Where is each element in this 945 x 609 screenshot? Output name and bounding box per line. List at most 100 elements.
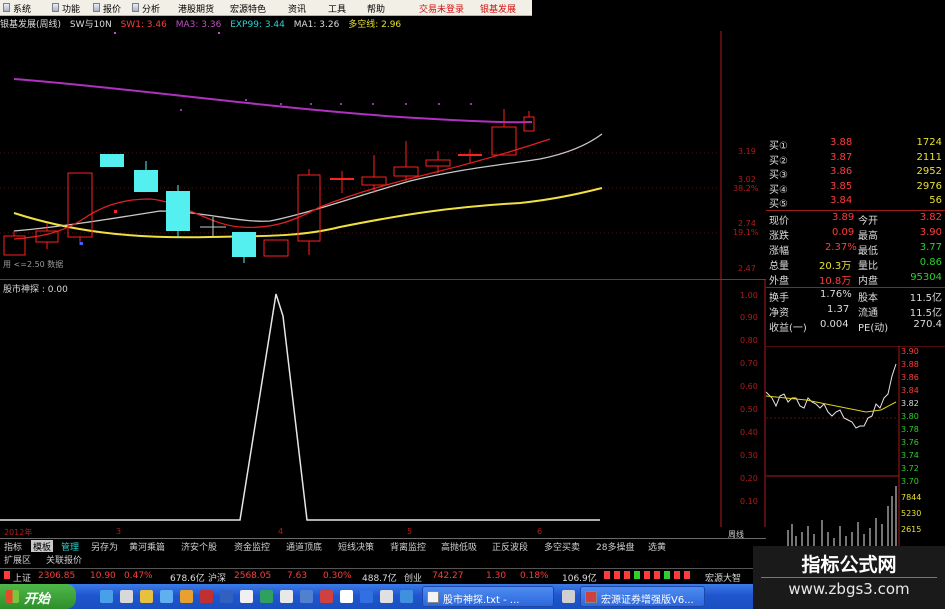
breadth-bar <box>664 571 670 579</box>
index-change: 1.30 <box>486 571 507 581</box>
broker-name: 宏源大智 <box>705 574 742 584</box>
stat-row: 总量 20.3万 量比 0.86 <box>766 257 945 272</box>
price-label: 3.19 <box>738 147 756 156</box>
start-button[interactable]: 开始 <box>0 584 76 609</box>
candle-down <box>100 154 124 167</box>
date-axis: 2012年 3 4 5 6 <box>0 527 766 538</box>
app-icon[interactable] <box>240 590 253 603</box>
media-icon[interactable] <box>160 590 173 603</box>
app-icon[interactable] <box>260 590 273 603</box>
analysis-icon[interactable] <box>132 3 139 12</box>
quote-icon[interactable] <box>93 3 100 12</box>
menu-function[interactable]: 功能 <box>62 2 80 15</box>
index-name[interactable]: 沪深 <box>208 571 226 584</box>
extension-tab-bar: 扩展区 关联报价 <box>0 552 766 566</box>
stat-value: 11.5亿 <box>909 308 942 319</box>
ma-white-line <box>13 133 603 232</box>
candle-down <box>166 191 190 231</box>
menu-quote[interactable]: 报价 <box>103 2 121 15</box>
stock-name: 银基发展 <box>480 5 517 15</box>
stat-value: 0.86 <box>919 257 942 268</box>
candle-down <box>134 170 158 192</box>
bid-row[interactable]: 买④ 3.85 2976 <box>766 181 945 196</box>
bid-row[interactable]: 买③ 3.86 2952 <box>766 166 945 181</box>
indicator-label: 0.90 <box>740 313 758 322</box>
stat-row: 换手 1.76% 股本 11.5亿 <box>766 289 945 304</box>
app-icon[interactable] <box>400 590 413 603</box>
app-icon[interactable] <box>280 590 293 603</box>
indicator-label: 1.00 <box>740 291 758 300</box>
app-icon[interactable] <box>562 590 575 603</box>
candle-down <box>232 232 256 257</box>
indicator-label: 0.70 <box>740 359 758 368</box>
index-name[interactable]: 创业 <box>404 571 422 584</box>
mini-price-label: 3.84 <box>901 386 919 395</box>
windows-logo-icon <box>6 590 19 603</box>
menu-system[interactable]: 系统 <box>13 2 31 15</box>
login-status[interactable]: 交易未登录 <box>419 2 464 15</box>
mini-price-label: 3.72 <box>901 464 919 473</box>
breadth-bar <box>604 571 610 579</box>
app-icon[interactable] <box>340 590 353 603</box>
indicator-label: 0.60 <box>740 382 758 391</box>
date-label: 6 <box>537 527 543 536</box>
bid-label: 买② <box>769 156 788 167</box>
ma3-value: MA3: 3.36 <box>175 20 222 30</box>
bid-price: 3.84 <box>830 195 853 206</box>
menu-hongyuan[interactable]: 宏源特色 <box>230 2 266 15</box>
desktop-icon[interactable] <box>120 590 133 603</box>
stat-label: 收益(一) <box>769 323 807 334</box>
notepad-icon <box>427 591 439 603</box>
bid-row[interactable]: 买⑤ 3.84 56 <box>766 195 945 210</box>
indicator-chart[interactable] <box>0 280 766 527</box>
stat-label: 换手 <box>769 293 789 304</box>
taskbar-notepad[interactable]: 股市神探.txt - ... <box>422 586 554 607</box>
taskbar-hongyuan[interactable]: 宏源证券增强版V6... <box>580 586 705 607</box>
index-name[interactable]: 上证 <box>13 571 31 584</box>
app-icon[interactable] <box>180 590 193 603</box>
stat-label: 股本 <box>858 293 878 304</box>
menu-analysis[interactable]: 分析 <box>142 2 160 15</box>
stat-row: 涨跌 0.09 最高 3.90 <box>766 227 945 242</box>
breadth-bar <box>624 571 630 579</box>
app-icon[interactable] <box>360 590 373 603</box>
formula-name: SW与10N <box>69 20 112 30</box>
app-icon[interactable] <box>300 590 313 603</box>
breadth-bar <box>634 571 640 579</box>
kline-chart[interactable] <box>0 31 722 279</box>
indicator-label: 0.20 <box>740 474 758 483</box>
stat-value: 1.37 <box>827 304 850 315</box>
menu-hk-futures[interactable]: 港股期货 <box>178 2 214 15</box>
menu-help[interactable]: 帮助 <box>367 2 385 15</box>
system-icon[interactable] <box>3 3 10 12</box>
stat-value: 3.82 <box>919 212 942 223</box>
bid-row[interactable]: 买① 3.88 1724 <box>766 137 945 152</box>
app-icon[interactable] <box>200 590 213 603</box>
menu-tools[interactable]: 工具 <box>328 2 346 15</box>
indicator-label: 0.80 <box>740 336 758 345</box>
date-label: 5 <box>407 527 413 536</box>
indicator-label: 0.50 <box>740 405 758 414</box>
quote-divider <box>766 287 945 288</box>
bid-row[interactable]: 买② 3.87 2111 <box>766 152 945 167</box>
menu-news[interactable]: 资讯 <box>288 2 306 15</box>
bid-price: 3.88 <box>830 137 853 148</box>
app-icon[interactable] <box>320 590 333 603</box>
stat-row: 涨幅 2.37% 最低 3.77 <box>766 242 945 257</box>
date-label: 2012年 <box>4 528 33 537</box>
folder-icon[interactable] <box>140 590 153 603</box>
app-icon[interactable] <box>380 590 393 603</box>
indicator-label: 0.10 <box>740 497 758 506</box>
function-icon[interactable] <box>52 3 59 12</box>
mini-price-label: 3.86 <box>901 373 919 382</box>
stat-label: 最低 <box>858 246 878 257</box>
stat-label: 量比 <box>858 261 878 272</box>
fib-label: 19.1% <box>733 228 759 237</box>
tab-extension[interactable]: 扩展区 <box>4 553 31 566</box>
ie-icon[interactable] <box>100 590 113 603</box>
stat-label: 最高 <box>858 231 878 242</box>
tab-related-quote[interactable]: 关联报价 <box>46 553 82 566</box>
index-up-icon <box>4 571 10 579</box>
candle-up <box>263 239 289 257</box>
app-icon[interactable] <box>220 590 233 603</box>
